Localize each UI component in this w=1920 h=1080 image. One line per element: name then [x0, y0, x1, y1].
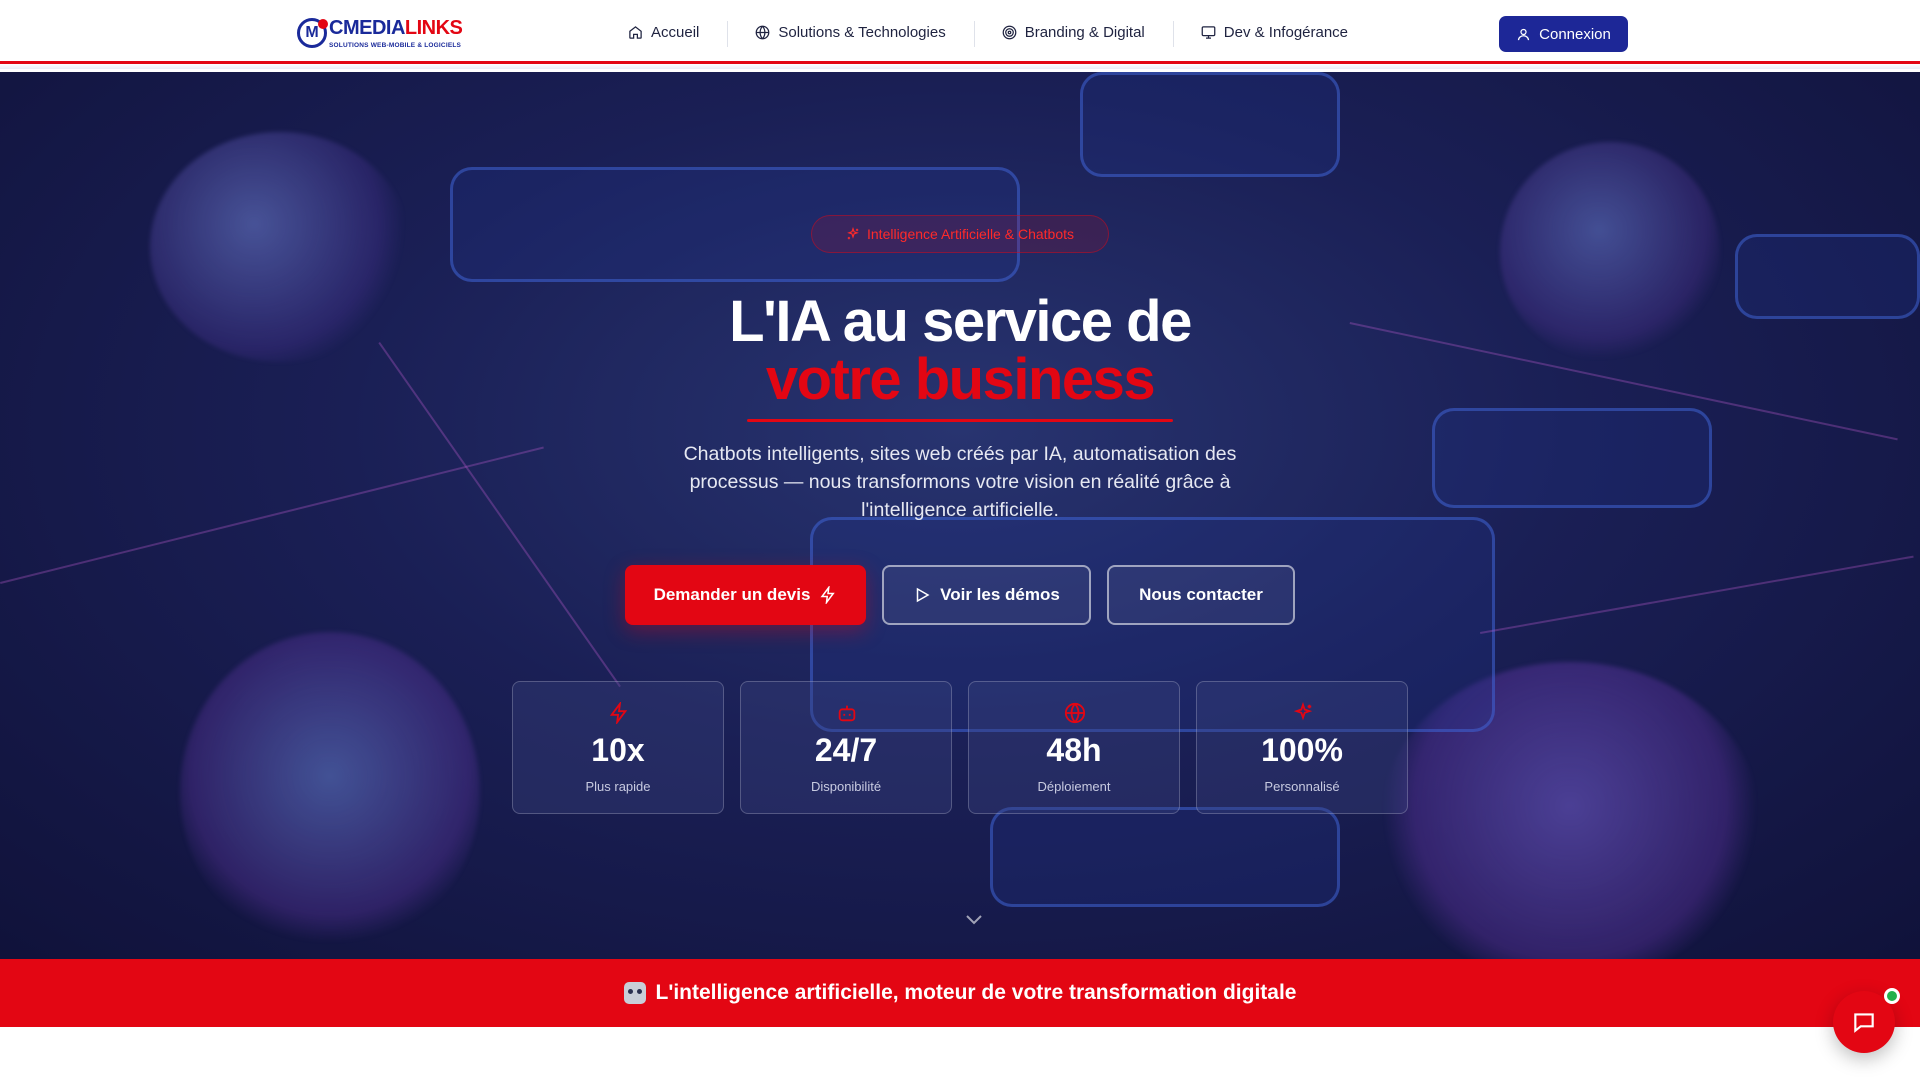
brain-illustration [180, 632, 480, 952]
stat-card-custom: 100% Personnalisé [1196, 681, 1408, 814]
network-line [0, 446, 544, 584]
view-demos-button[interactable]: Voir les démos [882, 565, 1091, 625]
stat-card-deployment: 48h Déploiement [968, 681, 1180, 814]
hero-badge-label: Intelligence Artificielle & Chatbots [867, 226, 1074, 242]
nav-item-label: Branding & Digital [1024, 23, 1145, 41]
nav-item-branding[interactable]: Branding & Digital [973, 20, 1173, 47]
nav-item-solutions[interactable]: Solutions & Technologies [727, 20, 973, 47]
stat-value: 48h [1046, 732, 1102, 768]
network-line [1480, 555, 1914, 634]
bolt-icon [820, 586, 836, 604]
home-icon [629, 25, 642, 39]
nav-item-label: Accueil [651, 23, 700, 41]
stat-label: Déploiement [1037, 779, 1111, 794]
play-icon [916, 587, 930, 603]
stat-card-speed: 10x Plus rapide [512, 681, 724, 814]
announcement-banner: L'intelligence artificielle, moteur de v… [0, 959, 1920, 1027]
chat-bubble-illustration [1432, 408, 1712, 508]
online-status-dot [1884, 988, 1900, 1004]
title-underline [747, 419, 1173, 422]
logo[interactable]: M CMEDIALINKS SOLUTIONS WEB-MOBILE & LOG… [297, 17, 463, 49]
contact-us-button[interactable]: Nous contacter [1107, 565, 1295, 625]
chat-bubble-illustration [1080, 72, 1340, 177]
nav-item-accueil[interactable]: Accueil [600, 24, 727, 41]
nav-item-dev[interactable]: Dev & Infogérance [1172, 20, 1376, 47]
top-nav: M CMEDIALINKS SOLUTIONS WEB-MOBILE & LOG… [0, 0, 1920, 69]
hero-badge: Intelligence Artificielle & Chatbots [811, 215, 1109, 253]
login-button[interactable]: Connexion [1499, 16, 1628, 52]
hero-section: Intelligence Artificielle & Chatbots L'I… [0, 72, 1920, 959]
target-icon [1002, 25, 1017, 39]
sparkles-icon [847, 227, 859, 240]
nav-item-label: Solutions & Technologies [778, 23, 946, 41]
hero-title-line1: L'IA au service de [729, 289, 1192, 354]
stat-label: Disponibilité [810, 779, 882, 794]
bolt-icon [609, 702, 628, 724]
view-demos-label: Voir les démos [940, 585, 1060, 604]
hero-title-line2: votre business [765, 347, 1156, 412]
stat-label: Plus rapide [585, 779, 651, 794]
chat-bubble-illustration [990, 807, 1340, 907]
request-quote-label: Demander un devis [653, 585, 811, 604]
nav-item-label: Dev & Infogérance [1223, 23, 1349, 41]
bot-icon [838, 705, 856, 722]
chat-icon [1854, 1013, 1874, 1033]
user-icon [1518, 28, 1530, 40]
globe-icon [755, 25, 770, 39]
logo-mark-icon: M [297, 18, 328, 48]
logo-tagline: SOLUTIONS WEB-MOBILE & LOGICIELS [329, 42, 462, 49]
globe-icon [1064, 702, 1086, 724]
banner-text: L'intelligence artificielle, moteur de v… [655, 981, 1297, 1004]
request-quote-button[interactable]: Demander un devis [625, 565, 866, 625]
chevron-down-icon[interactable] [964, 912, 984, 926]
sparkles-icon [1293, 702, 1313, 721]
stat-card-availability: 24/7 Disponibilité [740, 681, 952, 814]
login-label: Connexion [1539, 25, 1611, 43]
main-menu: Accueil Solutions & Technologies Brandin… [600, 0, 1376, 64]
logo-name: CMEDIALINKS [329, 17, 463, 39]
stat-value: 24/7 [814, 732, 878, 768]
monitor-icon [1201, 25, 1216, 39]
robot-icon [623, 982, 646, 1004]
hero-subtitle: Chatbots intelligents, sites web créés p… [683, 443, 1237, 521]
stat-value: 100% [1261, 732, 1343, 768]
contact-us-label: Nous contacter [1139, 585, 1263, 604]
stat-value: 10x [591, 732, 645, 768]
stat-label: Personnalisé [1264, 779, 1340, 794]
